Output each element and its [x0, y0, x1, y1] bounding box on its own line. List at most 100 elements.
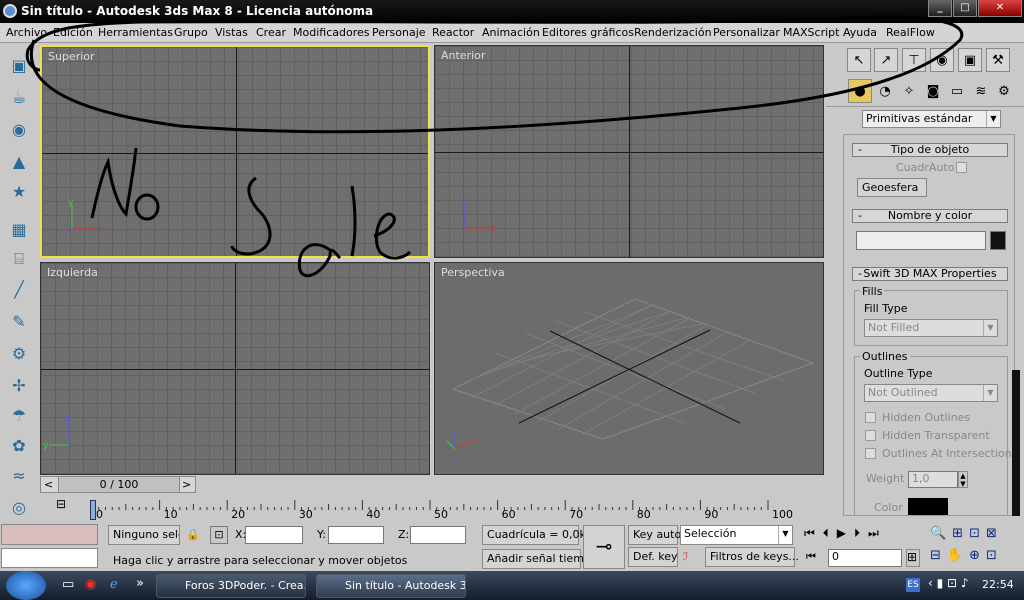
- motion-icon[interactable]: ◉: [930, 48, 954, 72]
- hierarchy-icon[interactable]: ⊤: [902, 48, 926, 72]
- rollout-swift3d[interactable]: - Swift 3D MAX Properties: [852, 267, 1008, 281]
- fill-type-dropdown[interactable]: Not Filled ▼: [864, 319, 998, 337]
- ie-icon[interactable]: ℯ: [110, 577, 118, 592]
- object-name-input[interactable]: [856, 231, 986, 250]
- menu-reactor[interactable]: Reactor: [432, 26, 474, 39]
- helpers-icon[interactable]: ▭: [945, 79, 969, 103]
- cameras-icon[interactable]: ◙: [921, 79, 945, 103]
- teapot-icon[interactable]: ☕: [7, 85, 31, 109]
- absolute-mode-icon[interactable]: ⊡: [210, 526, 228, 544]
- time-cursor[interactable]: [90, 500, 96, 520]
- geometry-icon[interactable]: ●: [848, 79, 872, 103]
- set-key-button[interactable]: Def. key: [628, 547, 678, 567]
- maximize-button[interactable]: □: [953, 0, 977, 17]
- add-time-tag-button[interactable]: Añadir señal tiempo: [482, 549, 598, 569]
- viewport-front[interactable]: Anterior zx: [434, 45, 824, 258]
- shapes-icon[interactable]: ◔: [873, 79, 897, 103]
- cone-icon[interactable]: ▲: [7, 149, 31, 173]
- next-frame-icon[interactable]: >: [182, 478, 191, 491]
- cylinder-icon[interactable]: ⌸: [7, 247, 31, 271]
- task-3dsmax[interactable]: Sin título - Autodesk 3...: [316, 574, 466, 598]
- prev-frame-icon[interactable]: <: [44, 478, 53, 491]
- y-coordinate-input[interactable]: [328, 526, 384, 544]
- key-mode-icon[interactable]: ⏮: [806, 550, 816, 564]
- lights-icon[interactable]: ✧: [897, 79, 921, 103]
- x-coordinate-input[interactable]: [245, 526, 303, 544]
- time-config-icon[interactable]: ⊞: [906, 549, 920, 567]
- bone-icon[interactable]: ✢: [7, 373, 31, 397]
- menu-edicion[interactable]: Edición: [53, 26, 93, 39]
- frame-ruler[interactable]: 0 10 20 30 40 50 60 70 80 90 100: [56, 496, 824, 518]
- outline-color-swatch[interactable]: [908, 498, 948, 515]
- minimize-button[interactable]: _: [928, 0, 952, 17]
- menu-renderizacion[interactable]: Renderización: [634, 26, 712, 39]
- star-icon[interactable]: ★: [7, 179, 31, 203]
- fluid-icon[interactable]: ✿: [7, 433, 31, 457]
- lock-icon[interactable]: 🔒: [186, 528, 200, 541]
- weight-spinner-arrows-icon[interactable]: ▲ ▼: [958, 471, 968, 488]
- viewport-top[interactable]: Superior y x z: [40, 45, 430, 258]
- systems-icon[interactable]: ⚙: [992, 79, 1016, 103]
- menu-personaje[interactable]: Personaje: [372, 26, 426, 39]
- menu-maxscript[interactable]: MAXScript: [783, 26, 839, 39]
- utilities-icon[interactable]: ⚒: [986, 48, 1010, 72]
- checker-icon[interactable]: ▦: [7, 217, 31, 241]
- set-key-icon[interactable]: ⊸: [583, 525, 625, 569]
- quicklaunch-icon[interactable]: ▭: [62, 577, 74, 592]
- start-button[interactable]: [6, 571, 46, 600]
- menu-crear[interactable]: Crear: [256, 26, 286, 39]
- weight-spinner[interactable]: 1,0: [908, 471, 958, 488]
- menu-archivo[interactable]: Archivo: [6, 26, 47, 39]
- time-counter[interactable]: 0 / 100: [58, 476, 180, 493]
- rollout-object-type[interactable]: - Tipo de objeto: [852, 143, 1008, 157]
- outline-type-dropdown[interactable]: Not Outlined ▼: [864, 384, 998, 402]
- menu-editores-graficos[interactable]: Editores gráficos: [542, 26, 634, 39]
- panel-scrollbar[interactable]: [1012, 370, 1020, 516]
- maxscript-listener[interactable]: [1, 524, 98, 545]
- geosphere-button[interactable]: Geoesfera: [857, 178, 927, 197]
- pan-orbit-icon[interactable]: ⊟✋⊕⊡: [930, 548, 1003, 563]
- modify-icon[interactable]: ↗: [874, 48, 898, 72]
- menu-grupo[interactable]: Grupo: [174, 26, 208, 39]
- rollout-name-color[interactable]: - Nombre y color: [852, 209, 1008, 223]
- spacewarps-icon[interactable]: ≋: [969, 79, 993, 103]
- autogrid-checkbox[interactable]: [956, 162, 967, 173]
- menu-realflow[interactable]: RealFlow: [886, 26, 935, 39]
- maxscript-input[interactable]: [1, 548, 98, 568]
- playback-controls-icon[interactable]: ⏮⏴▶⏵⏭: [804, 526, 887, 541]
- select-arrow-icon[interactable]: ↖: [847, 48, 871, 72]
- menu-herramientas[interactable]: Herramientas: [98, 26, 173, 39]
- menu-personalizar[interactable]: Personalizar: [713, 26, 780, 39]
- waves-icon[interactable]: ≈: [7, 463, 31, 487]
- object-color-swatch[interactable]: [990, 231, 1006, 250]
- menu-ayuda[interactable]: Ayuda: [843, 26, 877, 39]
- menu-animacion[interactable]: Animación: [482, 26, 540, 39]
- key-selection-dropdown[interactable]: Selección ▼: [680, 525, 793, 545]
- tray-icons[interactable]: ‹ ▮ ⊡ ♪: [928, 576, 969, 590]
- sphere-icon[interactable]: ◉: [7, 117, 31, 141]
- key-filters-button[interactable]: Filtros de keys...: [705, 547, 799, 567]
- menu-vistas[interactable]: Vistas: [215, 26, 248, 39]
- auto-key-button[interactable]: Key auto: [628, 525, 681, 545]
- current-frame-input[interactable]: 0: [828, 549, 902, 567]
- viewport-left[interactable]: Izquierda zy: [40, 262, 430, 475]
- viewport-perspective[interactable]: Perspectiva: [434, 262, 824, 475]
- display-icon[interactable]: ▣: [958, 48, 982, 72]
- gear-icon[interactable]: ⚙: [7, 341, 31, 365]
- zoom-controls-icon[interactable]: 🔍⊞⊡⊠: [930, 526, 1003, 541]
- task-forum[interactable]: Foros 3DPoder. - Crea...: [156, 574, 306, 598]
- hidden-transparent-checkbox[interactable]: [865, 430, 876, 441]
- swirl-icon[interactable]: ◎: [7, 495, 31, 519]
- time-slider[interactable]: < 0 / 100 >: [38, 476, 824, 493]
- chrome-icon[interactable]: ◉: [85, 577, 96, 592]
- create-box-icon[interactable]: ▣: [7, 53, 31, 77]
- light-icon[interactable]: ☂: [7, 403, 31, 427]
- tube-icon[interactable]: ╱: [7, 277, 31, 301]
- category-dropdown[interactable]: Primitivas estándar ▼: [862, 110, 1001, 128]
- hidden-outlines-checkbox[interactable]: [865, 412, 876, 423]
- pen-icon[interactable]: ✎: [7, 309, 31, 333]
- close-button[interactable]: ✕: [978, 0, 1022, 17]
- language-indicator[interactable]: ES: [906, 578, 920, 592]
- more-icon[interactable]: »: [136, 576, 144, 591]
- menu-modificadores[interactable]: Modificadores: [293, 26, 369, 39]
